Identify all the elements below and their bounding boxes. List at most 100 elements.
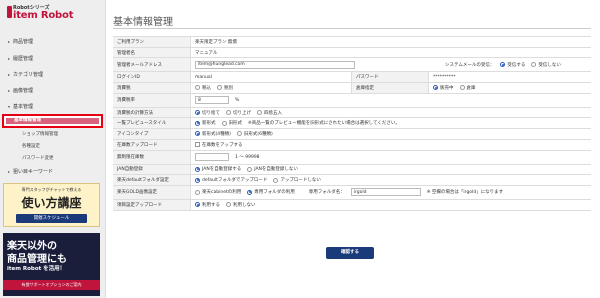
tax-rate-unit: %: [235, 97, 240, 103]
round-half-radio[interactable]: 四捨五入: [257, 110, 282, 116]
radio-icon: [221, 120, 227, 126]
banner-footer: 有償サポートオプションのご案内: [3, 280, 100, 290]
radio-label: 利用しない: [233, 202, 256, 208]
support-banner[interactable]: 楽天以外の 商品管理にも item Robot を活用！ 有償サポートオプション…: [3, 233, 100, 296]
sidebar-item-category[interactable]: ▸ カテゴリ管理: [8, 71, 43, 78]
sidebar-sub-active-highlight[interactable]: 基本情報管理: [2, 114, 103, 128]
stock-upload-checkbox[interactable]: 在庫数をアップする: [195, 142, 243, 148]
radio-selected-icon: [500, 62, 506, 68]
sidebar-item-label: 履歴管理: [13, 56, 34, 62]
row-folder: 楽天defaultフォルダ設定 defaultフォルダでアップロード アップロー…: [113, 175, 591, 186]
field-label: 管理者メールアドレス: [113, 58, 191, 72]
radio-label: JANを自動登録する: [202, 167, 242, 173]
round-up-radio[interactable]: 切り上げ: [226, 110, 251, 116]
chevron-right-icon: ▸: [8, 39, 11, 44]
radio-label: defaultフォルダでアップロード: [202, 178, 268, 184]
icon-new-radio[interactable]: 新形式(4種類): [195, 131, 231, 137]
jan-no-auto-radio[interactable]: JANを自動登録しない: [247, 166, 298, 172]
sidebar: Robotシリーズ item Robot ▸ 商品管理 ▸ 履歴管理 ▸ カテゴリ管理…: [0, 0, 106, 298]
banner-line: 商品管理にも: [7, 254, 67, 265]
sidebar-item-images[interactable]: ▸ 画像管理: [8, 87, 33, 94]
banner-line: item Robot を活用！: [7, 266, 66, 272]
row-stock-upload: 在庫数アップロード 在庫数をアップする: [113, 139, 591, 151]
radio-selected-icon: [195, 202, 200, 208]
default-folder-radio[interactable]: defaultフォルダでアップロード: [195, 177, 267, 183]
field-label: 消費税: [113, 83, 191, 93]
sidebar-sub-shop-info[interactable]: ショップ情報管理: [22, 131, 58, 137]
sidebar-sub-password[interactable]: パスワード変更: [22, 155, 54, 161]
field-label: 消費税率: [113, 93, 191, 107]
tax-rate-input[interactable]: 8: [195, 96, 229, 105]
chevron-right-icon: ▸: [8, 56, 11, 61]
sidebar-sub-settings[interactable]: 各種設定: [22, 143, 40, 149]
row-gold: 楽天GOLD画像設定 楽天cabinetの利用 専用フォルダの利用 専用フォルダ…: [113, 185, 591, 200]
radio-icon: [195, 189, 200, 195]
sidebar-item-label: 狙い目キーワード: [13, 169, 54, 175]
unlimited-stock-input[interactable]: [195, 153, 229, 161]
item-upload-nouse-radio[interactable]: 利用しない: [226, 202, 256, 208]
no-upload-radio[interactable]: アップロードしない: [273, 177, 321, 183]
sidebar-item-label: カテゴリ管理: [13, 72, 44, 78]
range-hint: 1 〜 99998: [235, 155, 260, 160]
preview-old-radio[interactable]: 旧形式: [221, 120, 242, 126]
sidebar-item-products[interactable]: ▸ 商品管理: [8, 38, 33, 45]
sidebar-item-label: 画像管理: [13, 88, 34, 94]
folder-name-input[interactable]: irgold: [350, 188, 421, 197]
mail-no-receive-radio[interactable]: 受信しない: [531, 62, 561, 68]
checkbox-icon: [195, 142, 200, 148]
tax-included-radio[interactable]: 税込: [195, 85, 211, 91]
radio-selected-icon: [433, 85, 438, 91]
radio-selected-icon: [195, 177, 200, 183]
email-field[interactable]: item@hunglead.com: [195, 60, 355, 69]
row-item-upload: 項目設定アップロード 利用する 利用しない: [113, 199, 591, 211]
preview-note: ※商品一覧のプレビュー機能を旧形式にされたい場合は選択してください。: [248, 121, 400, 127]
cabinet-radio[interactable]: 楽天cabinetの利用: [195, 189, 241, 195]
field-label: 在庫数アップロード: [113, 139, 191, 150]
item-upload-use-radio[interactable]: 利用する: [195, 202, 220, 208]
radio-label: 四捨五入: [264, 110, 282, 116]
radio-selected-icon: [195, 131, 200, 137]
radio-label: 切り上げ: [233, 110, 251, 116]
sidebar-item-history[interactable]: ▸ 履歴管理: [8, 55, 33, 62]
page-title: 基本情報管理: [113, 17, 173, 28]
tax-excluded-radio[interactable]: 税別: [217, 85, 233, 91]
tutorial-banner[interactable]: 専門スタッフがチャットで教える 使い方講座 開催スケジュール: [3, 183, 100, 227]
row-unlimited: 無制限在庫数 1 〜 99998: [113, 150, 591, 165]
checkbox-label: 在庫数をアップする: [202, 142, 243, 148]
row-preview: 一覧プレビュースタイル 新形式 旧形式 ※商品一覧のプレビュー機能を旧形式にされ…: [113, 118, 591, 130]
stock-warehouse-radio[interactable]: 倉庫: [459, 85, 476, 91]
row-calc: 消費税の計算方法 切り捨て 切り上げ 四捨五入: [113, 107, 591, 119]
radio-label: 倉庫: [466, 85, 476, 91]
field-label: ログインID: [113, 72, 191, 83]
stock-on-sale-radio[interactable]: 販売中: [433, 85, 454, 91]
radio-label: JANを自動登録しない: [254, 167, 298, 173]
radio-icon: [531, 62, 537, 68]
field-label: 管理者名: [113, 47, 191, 58]
radio-label: 専用フォルダの利用: [254, 190, 295, 196]
radio-icon: [226, 202, 231, 208]
schedule-button[interactable]: 開催スケジュール: [16, 214, 87, 223]
sidebar-item-basic[interactable]: ▾ 基本管理: [8, 103, 33, 110]
plan-value: 楽天限定プラン 無償: [195, 39, 237, 45]
icon-old-radio[interactable]: 旧形式(6種類): [236, 131, 273, 137]
row-tax-rate: 消費税率 8 %: [113, 93, 591, 108]
round-down-radio[interactable]: 切り捨て: [195, 110, 220, 116]
field-label: アイコンタイプ: [113, 129, 191, 139]
jan-auto-radio[interactable]: JANを自動登録する: [195, 166, 241, 172]
confirm-button[interactable]: 確認する: [326, 247, 374, 259]
logo-mark-icon: [7, 6, 12, 18]
field-label: JAN自動登録: [113, 164, 191, 175]
field-label: 楽天GOLD画像設定: [113, 185, 191, 199]
field-label: パスワード: [351, 72, 429, 83]
radio-icon: [273, 177, 279, 183]
radio-icon: [195, 85, 200, 91]
sidebar-sub-basic-info[interactable]: 基本情報管理: [6, 118, 99, 124]
app-logo[interactable]: Robotシリーズ item Robot: [7, 4, 103, 24]
preview-new-radio[interactable]: 新形式: [195, 120, 216, 126]
chevron-down-icon: ▾: [8, 104, 11, 109]
row-icon: アイコンタイプ 新形式(4種類) 旧形式(6種類): [113, 129, 591, 140]
sidebar-item-keyword[interactable]: ▸ 狙い目キーワード: [8, 168, 53, 175]
dedicated-folder-radio[interactable]: 専用フォルダの利用: [247, 189, 295, 195]
mail-receive-radio[interactable]: 受信する: [500, 62, 525, 68]
login-id-value: manual: [195, 74, 212, 80]
